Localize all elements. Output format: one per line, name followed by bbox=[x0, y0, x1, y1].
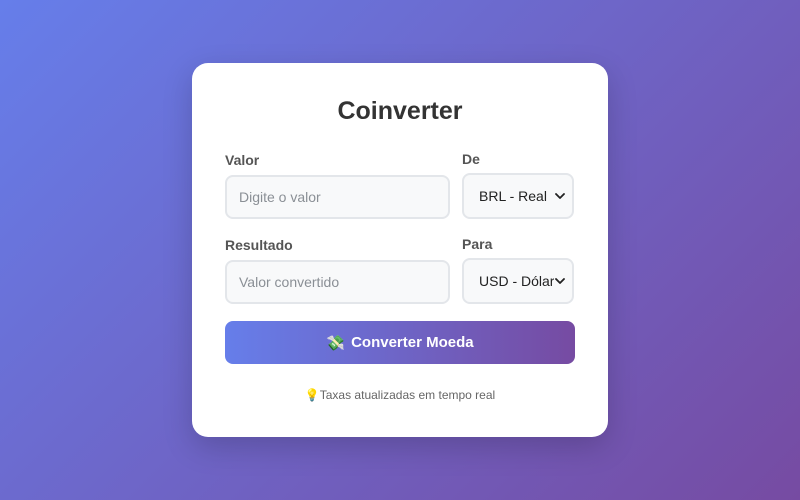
to-currency-select[interactable]: USD - Dólar bbox=[462, 258, 574, 304]
app-title: Coinverter bbox=[337, 97, 463, 125]
chevron-down-icon bbox=[554, 190, 566, 202]
resultado-label: Resultado bbox=[225, 237, 293, 253]
from-currency-value: BRL - Real bbox=[479, 188, 547, 204]
footer-text: Taxas atualizadas em tempo real bbox=[319, 388, 496, 402]
to-currency-value: USD - Dólar bbox=[479, 273, 554, 289]
money-with-wings-icon: 💸 bbox=[326, 334, 346, 352]
para-label: Para bbox=[462, 236, 493, 252]
resultado-output[interactable] bbox=[225, 260, 450, 304]
de-label: De bbox=[462, 151, 480, 167]
lightbulb-icon: 💡 bbox=[304, 388, 320, 402]
footer-note: 💡Taxas atualizadas em tempo real bbox=[192, 388, 608, 402]
convert-button-label: Converter Moeda bbox=[351, 334, 474, 351]
chevron-down-icon bbox=[554, 275, 566, 287]
from-currency-select[interactable]: BRL - Real bbox=[462, 173, 574, 219]
valor-label: Valor bbox=[225, 152, 260, 168]
converter-card: Coinverter Valor De BRL - Real Resultado… bbox=[192, 63, 608, 437]
valor-input[interactable] bbox=[225, 175, 450, 219]
convert-button[interactable]: 💸 Converter Moeda bbox=[225, 321, 575, 364]
